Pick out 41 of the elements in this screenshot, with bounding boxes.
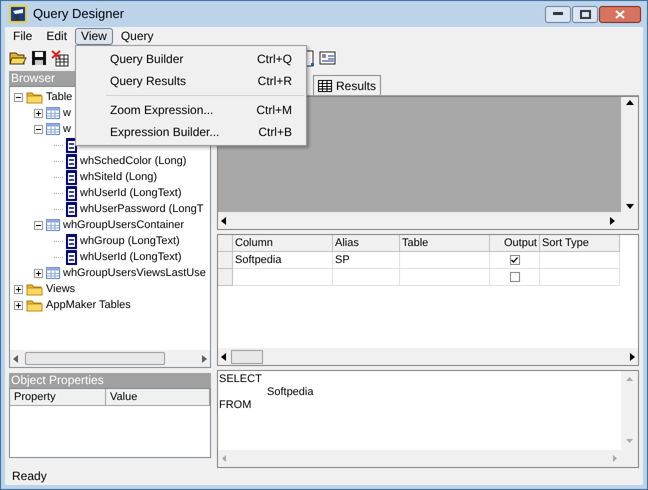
menu-item[interactable]: Zoom Expression... — [110, 101, 214, 119]
column-header[interactable]: Column — [233, 235, 333, 252]
tree-item[interactable]: AppMaker Tables — [46, 296, 131, 314]
window-title: Query Designer — [33, 5, 124, 24]
results-tab[interactable]: Results — [313, 75, 382, 95]
column-header[interactable]: Sort Type — [540, 235, 620, 252]
menu-item[interactable]: Query Builder — [110, 50, 184, 68]
column-header[interactable]: Output — [490, 235, 540, 252]
tree-item[interactable]: w — [63, 120, 71, 138]
shortcut-text: Ctrl+Q — [256, 51, 292, 68]
menu-item[interactable]: View — [75, 28, 113, 44]
shortcut-text: Ctrl+M — [256, 102, 292, 119]
tree-item[interactable]: Views — [46, 280, 76, 298]
panel-header: Object Properties — [9, 373, 211, 388]
tree-item[interactable]: whUserPassword (LongT — [80, 200, 204, 218]
table-cell[interactable]: Softpedia — [233, 252, 333, 269]
tree-item[interactable]: Table — [46, 88, 72, 106]
status-text: Ready — [11, 468, 48, 485]
tree-item[interactable]: whGroupUsersViewsLastUse — [63, 264, 206, 282]
menu-item[interactable]: Expression Builder... — [110, 123, 220, 141]
tree-item[interactable]: whUserId (LongText) — [80, 248, 182, 266]
column-header[interactable]: Alias — [333, 235, 400, 252]
table-cell[interactable]: SP — [333, 252, 400, 269]
shortcut-text: Ctrl+B — [258, 124, 292, 141]
menu-item[interactable]: Edit — [40, 28, 74, 44]
code-line: FROM — [219, 399, 252, 412]
menu-item[interactable]: Query — [114, 28, 160, 44]
tree-item[interactable]: whSchedColor (Long) — [80, 152, 186, 170]
tree-item[interactable]: whSiteId (Long) — [80, 168, 158, 186]
sql-editor[interactable]: SELECT Softpedia FROM — [217, 370, 639, 468]
tree-item[interactable]: w — [63, 104, 71, 122]
code-line: Softpedia — [266, 386, 314, 399]
tree-item[interactable]: whUserId (LongText) — [80, 184, 182, 202]
shortcut-text: Ctrl+R — [258, 73, 292, 90]
column-header[interactable]: Value — [106, 389, 210, 406]
code-line: SELECT — [219, 373, 263, 386]
menu-item[interactable]: File — [7, 28, 38, 44]
tree-item[interactable]: whGroup (LongText) — [80, 232, 180, 250]
column-header[interactable]: Table — [400, 235, 490, 252]
tree-item[interactable]: whGroupUsersContainer — [63, 216, 184, 234]
column-header[interactable]: Property — [10, 389, 106, 406]
